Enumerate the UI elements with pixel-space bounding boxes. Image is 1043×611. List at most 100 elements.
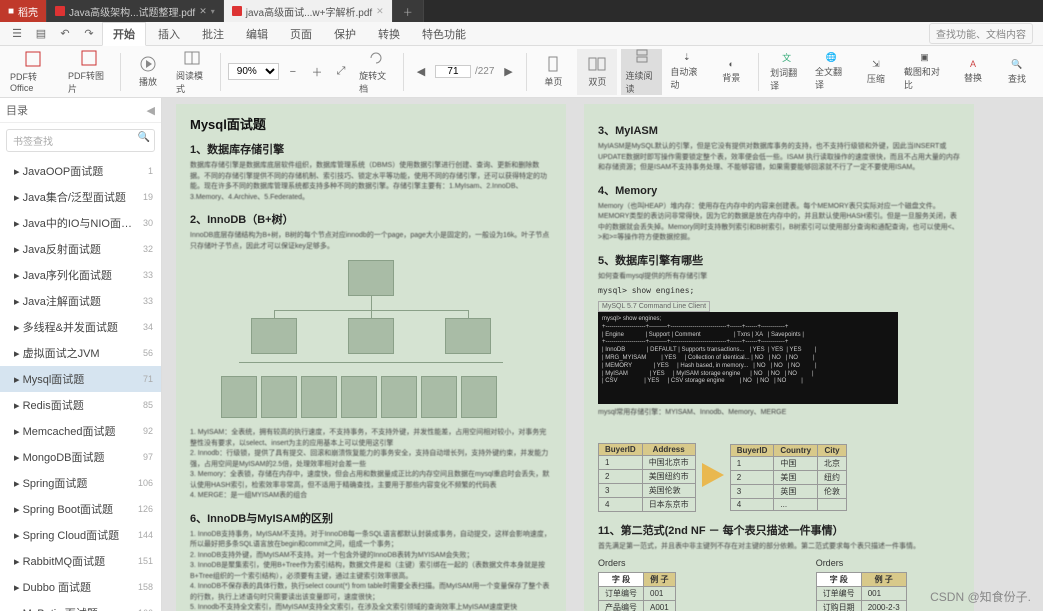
outline-sidebar: 目录 ◀ 书签查找 ▸ JavaOOP面试题1▸ Java集合/泛型面试题19▸… (0, 98, 162, 611)
paragraph: MyIASM是MySQL默认的引擎，但是它没有提供对数据库事务的支持，也不支持行… (598, 142, 960, 174)
fit-width-icon[interactable]: ⤢ (331, 61, 351, 83)
watermark: CSDN @知食份子. (930, 588, 1031, 605)
pdf-icon (232, 6, 242, 16)
rotate-button[interactable]: 旋转文档 (355, 49, 396, 95)
outline-item[interactable]: ▸ Spring Cloud面试题144 (0, 522, 161, 548)
read-mode-button[interactable]: 阅读模式 (172, 49, 213, 95)
outline-item[interactable]: ▸ Java中的IO与NIO面试题30 (0, 210, 161, 236)
list: 1. MyISAM：全表统，拥有较高的执行速度，不支持事务，不支持外键，并发性能… (190, 428, 552, 502)
arrow-icon (702, 463, 724, 487)
camera-icon: ▣ (920, 52, 929, 63)
autoscroll-button[interactable]: ⇣自动滚动 (666, 49, 707, 95)
outline-item[interactable]: ▸ Spring Boot面试题126 (0, 496, 161, 522)
outline-item[interactable]: ▸ Memcached面试题92 (0, 418, 161, 444)
ribbon-tab-feature[interactable]: 特色功能 (412, 23, 476, 45)
image-icon (80, 49, 98, 67)
ribbon-tab-insert[interactable]: 插入 (148, 23, 190, 45)
ribbon: ☰ ▤ ↶ ↷ 开始 插入 批注 编辑 页面 保护 转换 特色功能 查找功能、文… (0, 22, 1043, 46)
document-tabs: ■稻壳 Java高级架构...试题整理.pdf✕▾ java高级面试...w+字… (0, 0, 1043, 22)
close-icon[interactable]: ✕ (199, 6, 207, 17)
single-page-button[interactable]: 单页 (533, 49, 573, 95)
section-heading: 5、数据库引擎有哪些 (598, 252, 960, 268)
outline-item[interactable]: ▸ Redis面试题85 (0, 392, 161, 418)
single-page-icon (544, 55, 562, 73)
screenshot-button[interactable]: ▣截图和对比 (900, 49, 949, 95)
tab-doc-1[interactable]: Java高级架构...试题整理.pdf✕▾ (47, 0, 224, 22)
background-button[interactable]: ◐背景 (711, 49, 751, 95)
ribbon-tab-convert[interactable]: 转换 (368, 23, 410, 45)
outline-item[interactable]: ▸ 虚拟面试之JVM56 (0, 340, 161, 366)
collapse-icon[interactable]: ◀ (147, 104, 155, 117)
pdf-to-office-button[interactable]: PDF转Office (6, 49, 60, 95)
translate-sel-button[interactable]: 文划词翻译 (766, 49, 807, 95)
continuous-button[interactable]: 连续阅读 (621, 49, 662, 95)
terminal-screenshot: mysql> show engines; +------------------… (598, 312, 898, 404)
catalog-button[interactable]: A替换 (953, 49, 993, 95)
outline-search[interactable]: 书签查找 (6, 129, 155, 152)
page-total: /227 (475, 66, 494, 77)
ribbon-tab-edit[interactable]: 编辑 (236, 23, 278, 45)
table-label: Orders (816, 558, 907, 568)
ribbon-tab-comment[interactable]: 批注 (192, 23, 234, 45)
zoom-in-icon[interactable]: ＋ (307, 61, 327, 83)
table-label: Orders (598, 558, 676, 568)
zoom-select[interactable]: 90% (228, 63, 279, 80)
paragraph: mysql常用存储引擎：MYISAM、Innodb、Memory、MERGE (598, 408, 960, 419)
play-button[interactable]: 播放 (128, 49, 168, 95)
outline-item[interactable]: ▸ MongoDB面试题97 (0, 444, 161, 470)
section-heading: 2、InnoDB（B+树） (190, 211, 552, 227)
next-page-button[interactable]: ▶ (498, 61, 518, 83)
outline-item[interactable]: ▸ Spring面试题106 (0, 470, 161, 496)
paragraph: InnoDB底层存储结构为B+树，B树的每个节点对应innodb的一个page，… (190, 231, 552, 252)
outline-item[interactable]: ▸ Java序列化面试题33 (0, 262, 161, 288)
menu-icon[interactable]: ☰ (6, 23, 28, 45)
ribbon-tab-page[interactable]: 页面 (280, 23, 322, 45)
tab-add[interactable]: ＋ (393, 0, 424, 22)
redo-icon[interactable]: ↷ (78, 23, 100, 45)
document-viewport[interactable]: Mysql面试题 1、数据库存储引擎 数据库存储引擎是数据库底层软件组织，数据库… (162, 98, 1043, 611)
outline-item[interactable]: ▸ 多线程&并发面试题34 (0, 314, 161, 340)
ribbon-tab-start[interactable]: 开始 (102, 22, 146, 46)
search-icon: 🔍 (1011, 59, 1022, 70)
list: 1. InnoDB支持事务，MyISAM不支持。对于InnoDB每一条SQL语言… (190, 530, 552, 611)
outline-item[interactable]: ▸ Java集合/泛型面试题19 (0, 184, 161, 210)
ribbon-search[interactable]: 查找功能、文档内容 (929, 23, 1033, 44)
full-translate-button[interactable]: 🌐全文翻译 (811, 49, 852, 95)
down-icon: ⇣ (683, 52, 691, 63)
tab-home[interactable]: ■稻壳 (0, 0, 47, 22)
undo-icon[interactable]: ↶ (54, 23, 76, 45)
section-heading: 4、Memory (598, 182, 960, 198)
zoom-out-icon[interactable]: − (283, 61, 303, 83)
section-heading: 11、第二范式(2nd NF － 每个表只描述一件事情） (598, 522, 960, 538)
paragraph: 如何查看mysql提供的所有存储引擎 (598, 272, 960, 283)
save-icon[interactable]: ▤ (30, 23, 52, 45)
orders-table-2: 字 段例 子订单编号001订购日期2000-2-3 (816, 572, 907, 611)
section-heading: 3、MyIASM (598, 122, 960, 138)
translate-icon: 文 (782, 51, 791, 64)
outline-item[interactable]: ▸ JavaOOP面试题1 (0, 158, 161, 184)
find-button[interactable]: 🔍查找 (997, 49, 1037, 95)
prev-page-button[interactable]: ◀ (411, 61, 431, 83)
double-page-button[interactable]: 双页 (577, 49, 617, 95)
globe-icon: 🌐 (826, 52, 837, 63)
pdf-page-right: 3、MyIASM MyIASM是MySQL默认的引擎，但是它没有提供对数据库事务… (584, 104, 974, 611)
table-before: BuyerIDAddress1中国北京市2美国纽约市3英国伦敦4日本东京市 (598, 443, 696, 512)
replace-icon: A (970, 59, 976, 69)
page-title: Mysql面试题 (190, 114, 552, 133)
tab-doc-2[interactable]: java高级面试...w+字解析.pdf✕ (224, 0, 393, 22)
outline-item[interactable]: ▸ Java反射面试题32 (0, 236, 161, 262)
table-after: BuyerIDCountryCity1中国北京2美国纽约3英国伦敦4... (730, 444, 847, 511)
section-heading: 6、InnoDB与MyISAM的区别 (190, 510, 552, 526)
page-input[interactable] (435, 65, 471, 78)
play-icon (139, 55, 157, 73)
continuous-icon (633, 49, 651, 67)
outline-item[interactable]: ▸ RabbitMQ面试题151 (0, 548, 161, 574)
outline-item[interactable]: ▸ Dubbo 面试题158 (0, 574, 161, 600)
outline-item[interactable]: ▸ MyBatis 面试题166 (0, 600, 161, 611)
close-icon[interactable]: ✕ (376, 6, 384, 17)
outline-item[interactable]: ▸ Mysql面试题71 (0, 366, 161, 392)
outline-item[interactable]: ▸ Java注解面试题33 (0, 288, 161, 314)
ribbon-tab-protect[interactable]: 保护 (324, 23, 366, 45)
pdf-to-pic-button[interactable]: PDF转图片 (64, 49, 113, 95)
compress-button[interactable]: ⇲压缩 (856, 49, 896, 95)
